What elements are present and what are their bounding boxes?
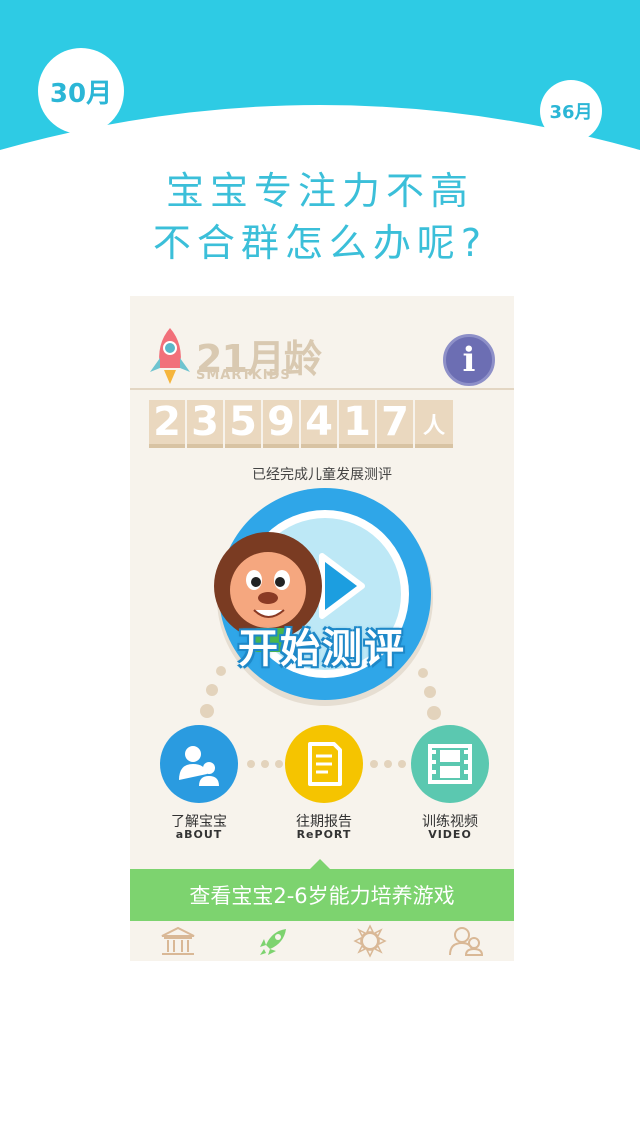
decor-dot — [261, 760, 269, 768]
counter-digit: 2 — [149, 399, 185, 448]
decor-dot — [418, 668, 428, 678]
counter-digit: 4 — [301, 399, 337, 448]
decor-dot — [384, 760, 392, 768]
headline-line-2: 不合群怎么办呢? — [152, 221, 488, 265]
decor-dot — [370, 760, 378, 768]
home-icon — [161, 926, 195, 955]
month-pin-label: 30月 — [38, 48, 124, 134]
rocket-icon — [260, 929, 286, 955]
users-icon — [449, 927, 484, 956]
decor-dot — [247, 760, 255, 768]
counter-unit: 人 — [415, 400, 453, 448]
tab-settings[interactable] — [322, 921, 418, 961]
app-screenshot-card: 21月龄 SMARTKIDS i 2 3 5 9 4 1 7 人 已经完成儿童发… — [130, 296, 514, 961]
counter-digit: 1 — [339, 399, 375, 448]
training-video-button[interactable] — [411, 725, 489, 803]
counter-digit: 5 — [225, 399, 261, 448]
counter-digit: 7 — [377, 399, 413, 448]
decor-dot — [427, 706, 441, 720]
counter-caption: 已经完成儿童发展测评 — [252, 467, 392, 483]
decor-dot — [424, 686, 436, 698]
top-banner: 30月 36月 — [0, 0, 640, 160]
decor-dot — [398, 760, 406, 768]
decor-dot — [206, 684, 218, 696]
decor-dot — [200, 704, 214, 718]
assessment-counter: 2 3 5 9 4 1 7 人 — [149, 399, 453, 448]
bottom-tab-bar — [130, 921, 514, 961]
about-baby-sublabel: aBOUT — [175, 828, 223, 841]
sun-icon — [353, 924, 387, 958]
banner-notch — [310, 859, 330, 869]
counter-digit: 9 — [263, 399, 299, 448]
past-reports-sublabel: RePORT — [296, 828, 352, 841]
training-video-sublabel: VIDEO — [428, 828, 472, 841]
start-assessment-label[interactable]: 开始测评 — [238, 616, 406, 674]
info-button[interactable]: i — [443, 334, 495, 386]
report-icon — [308, 742, 342, 786]
tab-profile[interactable] — [418, 921, 514, 961]
headline-line-1: 宝宝专注力不高 — [165, 169, 474, 213]
decor-dot — [216, 666, 226, 676]
counter-digit: 3 — [187, 399, 223, 448]
logo-brand: SMARTKIDS — [196, 368, 291, 383]
about-baby-button[interactable] — [160, 725, 238, 803]
film-icon — [428, 744, 472, 784]
app-header: 21月龄 SMARTKIDS i — [130, 296, 514, 390]
tab-home[interactable] — [130, 921, 226, 961]
tab-rocket[interactable] — [226, 921, 322, 961]
month-pin-label: 36月 — [540, 80, 602, 142]
decor-dot — [275, 760, 283, 768]
rocket-logo-icon — [150, 328, 190, 384]
games-banner-button[interactable]: 查看宝宝2-6岁能力培养游戏 — [130, 869, 514, 921]
past-reports-button[interactable] — [285, 725, 363, 803]
parents-icon — [179, 746, 219, 786]
